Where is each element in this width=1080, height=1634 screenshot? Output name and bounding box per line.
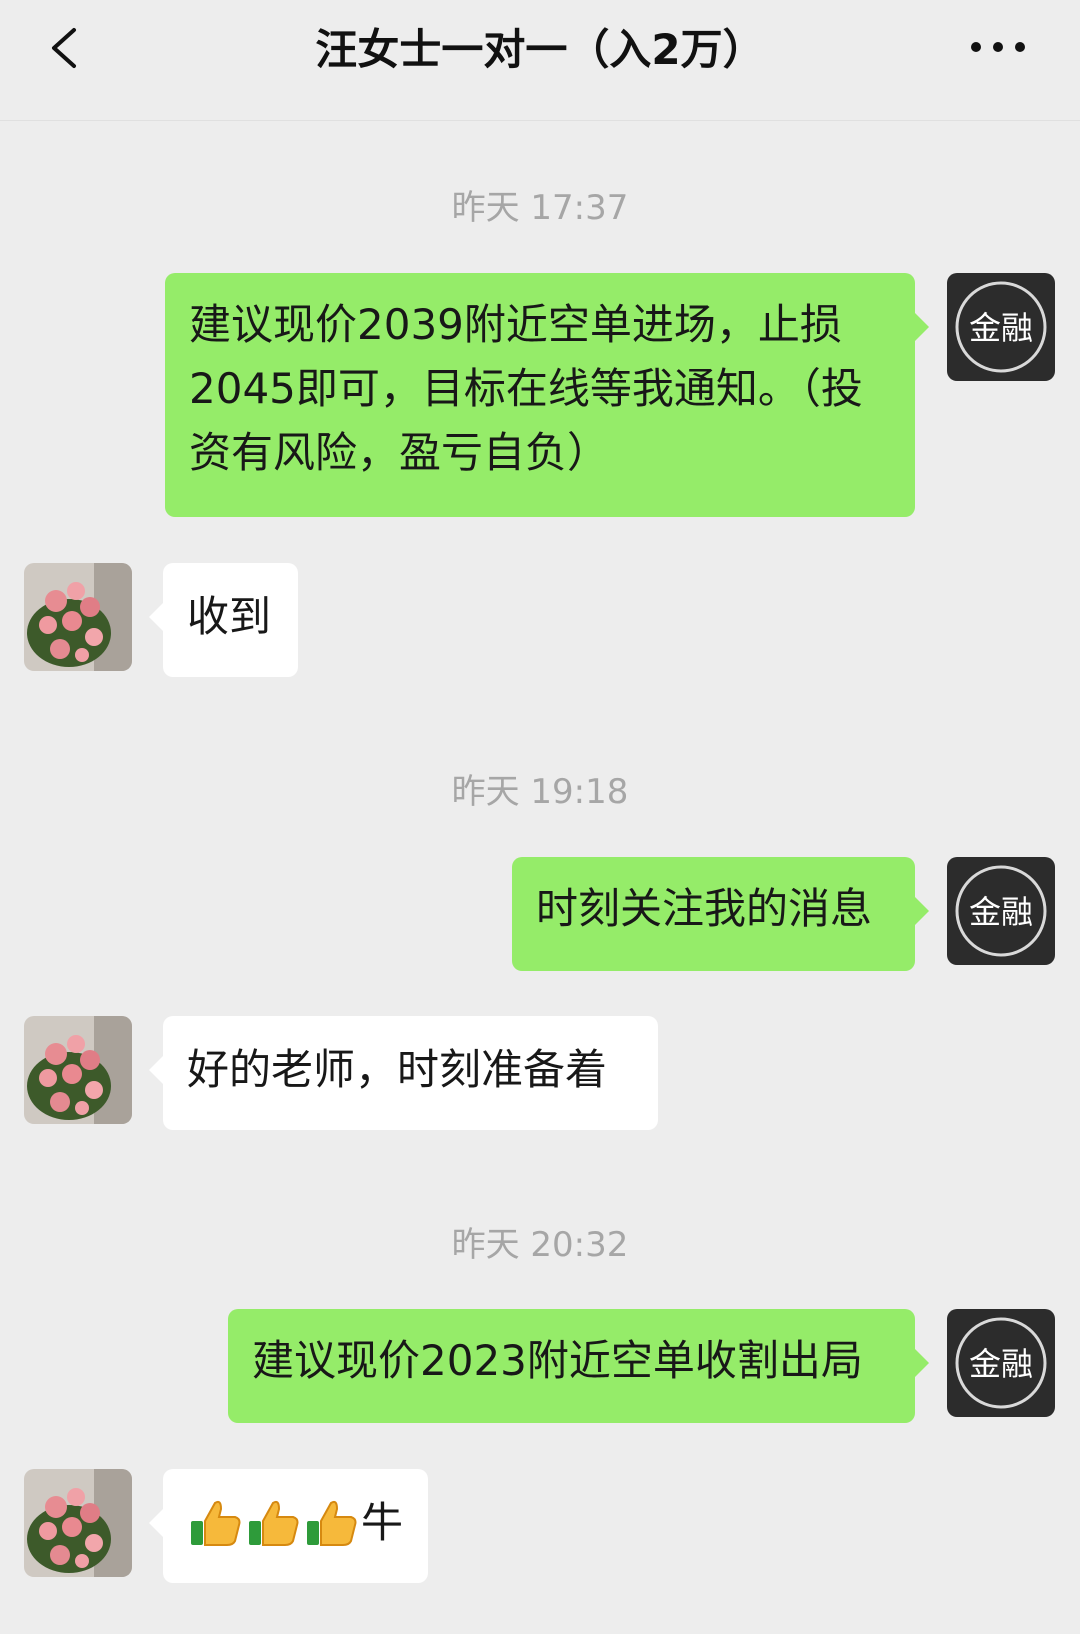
contact-avatar[interactable] bbox=[24, 1016, 132, 1124]
message-bubble-outgoing[interactable]: 时刻关注我的消息 bbox=[512, 857, 929, 971]
thumbs-up-icon bbox=[249, 1500, 299, 1546]
flower-photo-icon bbox=[24, 1469, 132, 1577]
finance-logo-icon: 金融 bbox=[955, 1317, 1047, 1409]
flower-photo-icon bbox=[24, 563, 132, 671]
thumbs-up-icon bbox=[307, 1500, 357, 1546]
sender-avatar[interactable]: 金融 bbox=[947, 273, 1055, 381]
emoji-message: 牛 bbox=[187, 1491, 404, 1555]
message-text: 牛 bbox=[361, 1498, 404, 1547]
nav-bar: 汪女士一对一（入2万） bbox=[0, 0, 1080, 121]
back-arrow-icon[interactable] bbox=[44, 26, 88, 70]
message-bubble-incoming[interactable]: 牛 bbox=[149, 1469, 428, 1583]
svg-text:金融: 金融 bbox=[969, 893, 1033, 931]
svg-text:金融: 金融 bbox=[969, 1345, 1033, 1383]
timestamp: 昨天 17:37 bbox=[451, 188, 629, 228]
message-bubble-outgoing[interactable]: 建议现价2039附近空单进场，止损2045即可，目标在线等我通知。（投资有风险，… bbox=[165, 273, 929, 517]
sender-avatar[interactable]: 金融 bbox=[947, 1309, 1055, 1417]
finance-logo-icon: 金融 bbox=[955, 281, 1047, 373]
flower-photo-icon bbox=[24, 1016, 132, 1124]
sender-avatar[interactable]: 金融 bbox=[947, 857, 1055, 965]
message-text: 建议现价2039附近空单进场，止损2045即可，目标在线等我通知。（投资有风险，… bbox=[189, 300, 863, 477]
message-bubble-outgoing[interactable]: 建议现价2023附近空单收割出局 bbox=[228, 1309, 929, 1423]
timestamp: 昨天 20:32 bbox=[451, 1225, 629, 1265]
message-bubble-incoming[interactable]: 好的老师，时刻准备着 bbox=[149, 1016, 658, 1130]
more-icon[interactable] bbox=[968, 30, 1028, 64]
timestamp: 昨天 19:18 bbox=[451, 772, 629, 812]
message-text: 建议现价2023附近空单收割出局 bbox=[252, 1336, 863, 1385]
finance-logo-icon: 金融 bbox=[955, 865, 1047, 957]
message-bubble-incoming[interactable]: 收到 bbox=[149, 563, 298, 677]
message-text: 好的老师，时刻准备着 bbox=[187, 1045, 608, 1094]
contact-avatar[interactable] bbox=[24, 1469, 132, 1577]
chat-title: 汪女士一对一（入2万） bbox=[315, 25, 765, 74]
message-text: 时刻关注我的消息 bbox=[536, 884, 873, 933]
thumbs-up-icon bbox=[191, 1500, 241, 1546]
svg-text:金融: 金融 bbox=[969, 309, 1033, 347]
contact-avatar[interactable] bbox=[24, 563, 132, 671]
message-text: 收到 bbox=[187, 592, 272, 641]
